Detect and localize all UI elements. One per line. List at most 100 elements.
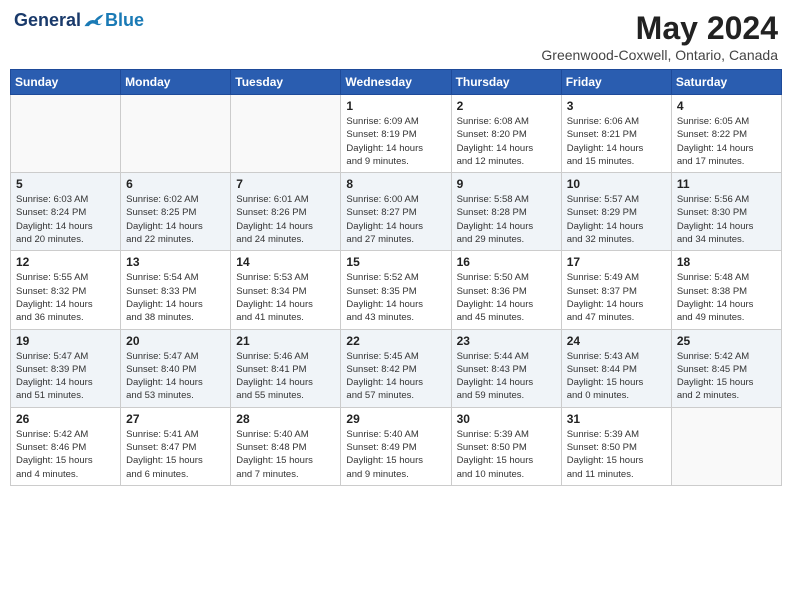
calendar-cell: 16 Sunrise: 5:50 AM Sunset: 8:36 PM Dayli… (451, 251, 561, 329)
location-subtitle: Greenwood-Coxwell, Ontario, Canada (541, 47, 778, 63)
day-info: Sunrise: 5:52 AM Sunset: 8:35 PM Dayligh… (346, 271, 445, 324)
calendar-header-row: SundayMondayTuesdayWednesdayThursdayFrid… (11, 70, 782, 95)
day-number: 21 (236, 334, 335, 348)
day-header-saturday: Saturday (671, 70, 781, 95)
day-number: 18 (677, 255, 776, 269)
day-info: Sunrise: 5:40 AM Sunset: 8:48 PM Dayligh… (236, 428, 335, 481)
day-info: Sunrise: 6:01 AM Sunset: 8:26 PM Dayligh… (236, 193, 335, 246)
calendar-cell: 19 Sunrise: 5:47 AM Sunset: 8:39 PM Dayli… (11, 329, 121, 407)
day-number: 9 (457, 177, 556, 191)
calendar-week-row: 26Sunrise: 5:42 AM Sunset: 8:46 PM Dayli… (11, 407, 782, 485)
day-info: Sunrise: 6:00 AM Sunset: 8:27 PM Dayligh… (346, 193, 445, 246)
day-info: Sunrise: 5:57 AM Sunset: 8:29 PM Dayligh… (567, 193, 666, 246)
calendar-cell: 9 Sunrise: 5:58 AM Sunset: 8:28 PM Daylig… (451, 173, 561, 251)
day-header-sunday: Sunday (11, 70, 121, 95)
calendar-cell: 31 Sunrise: 5:39 AM Sunset: 8:50 PM Dayli… (561, 407, 671, 485)
calendar-week-row: 19 Sunrise: 5:47 AM Sunset: 8:39 PM Dayli… (11, 329, 782, 407)
calendar-cell: 3Sunrise: 6:06 AM Sunset: 8:21 PM Daylig… (561, 95, 671, 173)
logo-general: General (14, 10, 81, 31)
calendar-week-row: 5 Sunrise: 6:03 AM Sunset: 8:24 PM Daylig… (11, 173, 782, 251)
day-header-wednesday: Wednesday (341, 70, 451, 95)
day-number: 4 (677, 99, 776, 113)
calendar-cell (671, 407, 781, 485)
day-header-thursday: Thursday (451, 70, 561, 95)
day-info: Sunrise: 5:47 AM Sunset: 8:40 PM Dayligh… (126, 350, 225, 403)
day-number: 10 (567, 177, 666, 191)
day-info: Sunrise: 5:39 AM Sunset: 8:50 PM Dayligh… (567, 428, 666, 481)
day-info: Sunrise: 5:53 AM Sunset: 8:34 PM Dayligh… (236, 271, 335, 324)
day-number: 17 (567, 255, 666, 269)
calendar-cell: 1 Sunrise: 6:09 AM Sunset: 8:19 PM Daylig… (341, 95, 451, 173)
logo: General Blue (14, 10, 144, 31)
calendar-cell: 18 Sunrise: 5:48 AM Sunset: 8:38 PM Dayli… (671, 251, 781, 329)
day-number: 31 (567, 412, 666, 426)
day-info: Sunrise: 5:47 AM Sunset: 8:39 PM Dayligh… (16, 350, 115, 403)
day-header-tuesday: Tuesday (231, 70, 341, 95)
day-number: 12 (16, 255, 115, 269)
calendar-cell: 12Sunrise: 5:55 AM Sunset: 8:32 PM Dayli… (11, 251, 121, 329)
day-number: 28 (236, 412, 335, 426)
calendar-cell: 28 Sunrise: 5:40 AM Sunset: 8:48 PM Dayli… (231, 407, 341, 485)
calendar-week-row: 12Sunrise: 5:55 AM Sunset: 8:32 PM Dayli… (11, 251, 782, 329)
day-info: Sunrise: 5:54 AM Sunset: 8:33 PM Dayligh… (126, 271, 225, 324)
day-number: 27 (126, 412, 225, 426)
day-number: 29 (346, 412, 445, 426)
day-info: Sunrise: 5:41 AM Sunset: 8:47 PM Dayligh… (126, 428, 225, 481)
day-number: 6 (126, 177, 225, 191)
calendar-cell: 5 Sunrise: 6:03 AM Sunset: 8:24 PM Daylig… (11, 173, 121, 251)
calendar-cell (121, 95, 231, 173)
day-info: Sunrise: 5:42 AM Sunset: 8:45 PM Dayligh… (677, 350, 776, 403)
day-info: Sunrise: 5:39 AM Sunset: 8:50 PM Dayligh… (457, 428, 556, 481)
day-number: 14 (236, 255, 335, 269)
day-number: 5 (16, 177, 115, 191)
day-info: Sunrise: 5:43 AM Sunset: 8:44 PM Dayligh… (567, 350, 666, 403)
calendar-cell: 14 Sunrise: 5:53 AM Sunset: 8:34 PM Dayli… (231, 251, 341, 329)
day-info: Sunrise: 6:08 AM Sunset: 8:20 PM Dayligh… (457, 115, 556, 168)
day-info: Sunrise: 5:58 AM Sunset: 8:28 PM Dayligh… (457, 193, 556, 246)
day-info: Sunrise: 5:49 AM Sunset: 8:37 PM Dayligh… (567, 271, 666, 324)
day-number: 23 (457, 334, 556, 348)
day-number: 24 (567, 334, 666, 348)
page-header: General Blue May 2024 Greenwood-Coxwell,… (10, 10, 782, 63)
calendar-cell (231, 95, 341, 173)
day-info: Sunrise: 6:06 AM Sunset: 8:21 PM Dayligh… (567, 115, 666, 168)
calendar-cell: 23Sunrise: 5:44 AM Sunset: 8:43 PM Dayli… (451, 329, 561, 407)
day-info: Sunrise: 5:45 AM Sunset: 8:42 PM Dayligh… (346, 350, 445, 403)
calendar-cell (11, 95, 121, 173)
day-number: 13 (126, 255, 225, 269)
calendar-cell: 4Sunrise: 6:05 AM Sunset: 8:22 PM Daylig… (671, 95, 781, 173)
day-number: 22 (346, 334, 445, 348)
calendar-cell: 26Sunrise: 5:42 AM Sunset: 8:46 PM Dayli… (11, 407, 121, 485)
calendar-cell: 20 Sunrise: 5:47 AM Sunset: 8:40 PM Dayli… (121, 329, 231, 407)
calendar-table: SundayMondayTuesdayWednesdayThursdayFrid… (10, 69, 782, 486)
day-number: 16 (457, 255, 556, 269)
day-info: Sunrise: 5:48 AM Sunset: 8:38 PM Dayligh… (677, 271, 776, 324)
bird-icon (83, 12, 105, 30)
day-info: Sunrise: 6:09 AM Sunset: 8:19 PM Dayligh… (346, 115, 445, 168)
day-number: 19 (16, 334, 115, 348)
day-info: Sunrise: 5:50 AM Sunset: 8:36 PM Dayligh… (457, 271, 556, 324)
day-number: 1 (346, 99, 445, 113)
calendar-cell: 21Sunrise: 5:46 AM Sunset: 8:41 PM Dayli… (231, 329, 341, 407)
day-number: 8 (346, 177, 445, 191)
day-number: 7 (236, 177, 335, 191)
day-number: 26 (16, 412, 115, 426)
calendar-cell: 2 Sunrise: 6:08 AM Sunset: 8:20 PM Daylig… (451, 95, 561, 173)
day-info: Sunrise: 6:03 AM Sunset: 8:24 PM Dayligh… (16, 193, 115, 246)
calendar-cell: 25Sunrise: 5:42 AM Sunset: 8:45 PM Dayli… (671, 329, 781, 407)
calendar-week-row: 1 Sunrise: 6:09 AM Sunset: 8:19 PM Daylig… (11, 95, 782, 173)
calendar-cell: 11Sunrise: 5:56 AM Sunset: 8:30 PM Dayli… (671, 173, 781, 251)
calendar-cell: 27 Sunrise: 5:41 AM Sunset: 8:47 PM Dayli… (121, 407, 231, 485)
calendar-cell: 24 Sunrise: 5:43 AM Sunset: 8:44 PM Dayli… (561, 329, 671, 407)
calendar-cell: 6 Sunrise: 6:02 AM Sunset: 8:25 PM Daylig… (121, 173, 231, 251)
title-block: May 2024 Greenwood-Coxwell, Ontario, Can… (541, 10, 778, 63)
day-info: Sunrise: 5:40 AM Sunset: 8:49 PM Dayligh… (346, 428, 445, 481)
day-number: 20 (126, 334, 225, 348)
calendar-cell: 13 Sunrise: 5:54 AM Sunset: 8:33 PM Dayli… (121, 251, 231, 329)
calendar-cell: 17 Sunrise: 5:49 AM Sunset: 8:37 PM Dayli… (561, 251, 671, 329)
day-info: Sunrise: 6:02 AM Sunset: 8:25 PM Dayligh… (126, 193, 225, 246)
day-number: 2 (457, 99, 556, 113)
calendar-cell: 15Sunrise: 5:52 AM Sunset: 8:35 PM Dayli… (341, 251, 451, 329)
day-number: 30 (457, 412, 556, 426)
logo-blue: Blue (105, 10, 144, 31)
